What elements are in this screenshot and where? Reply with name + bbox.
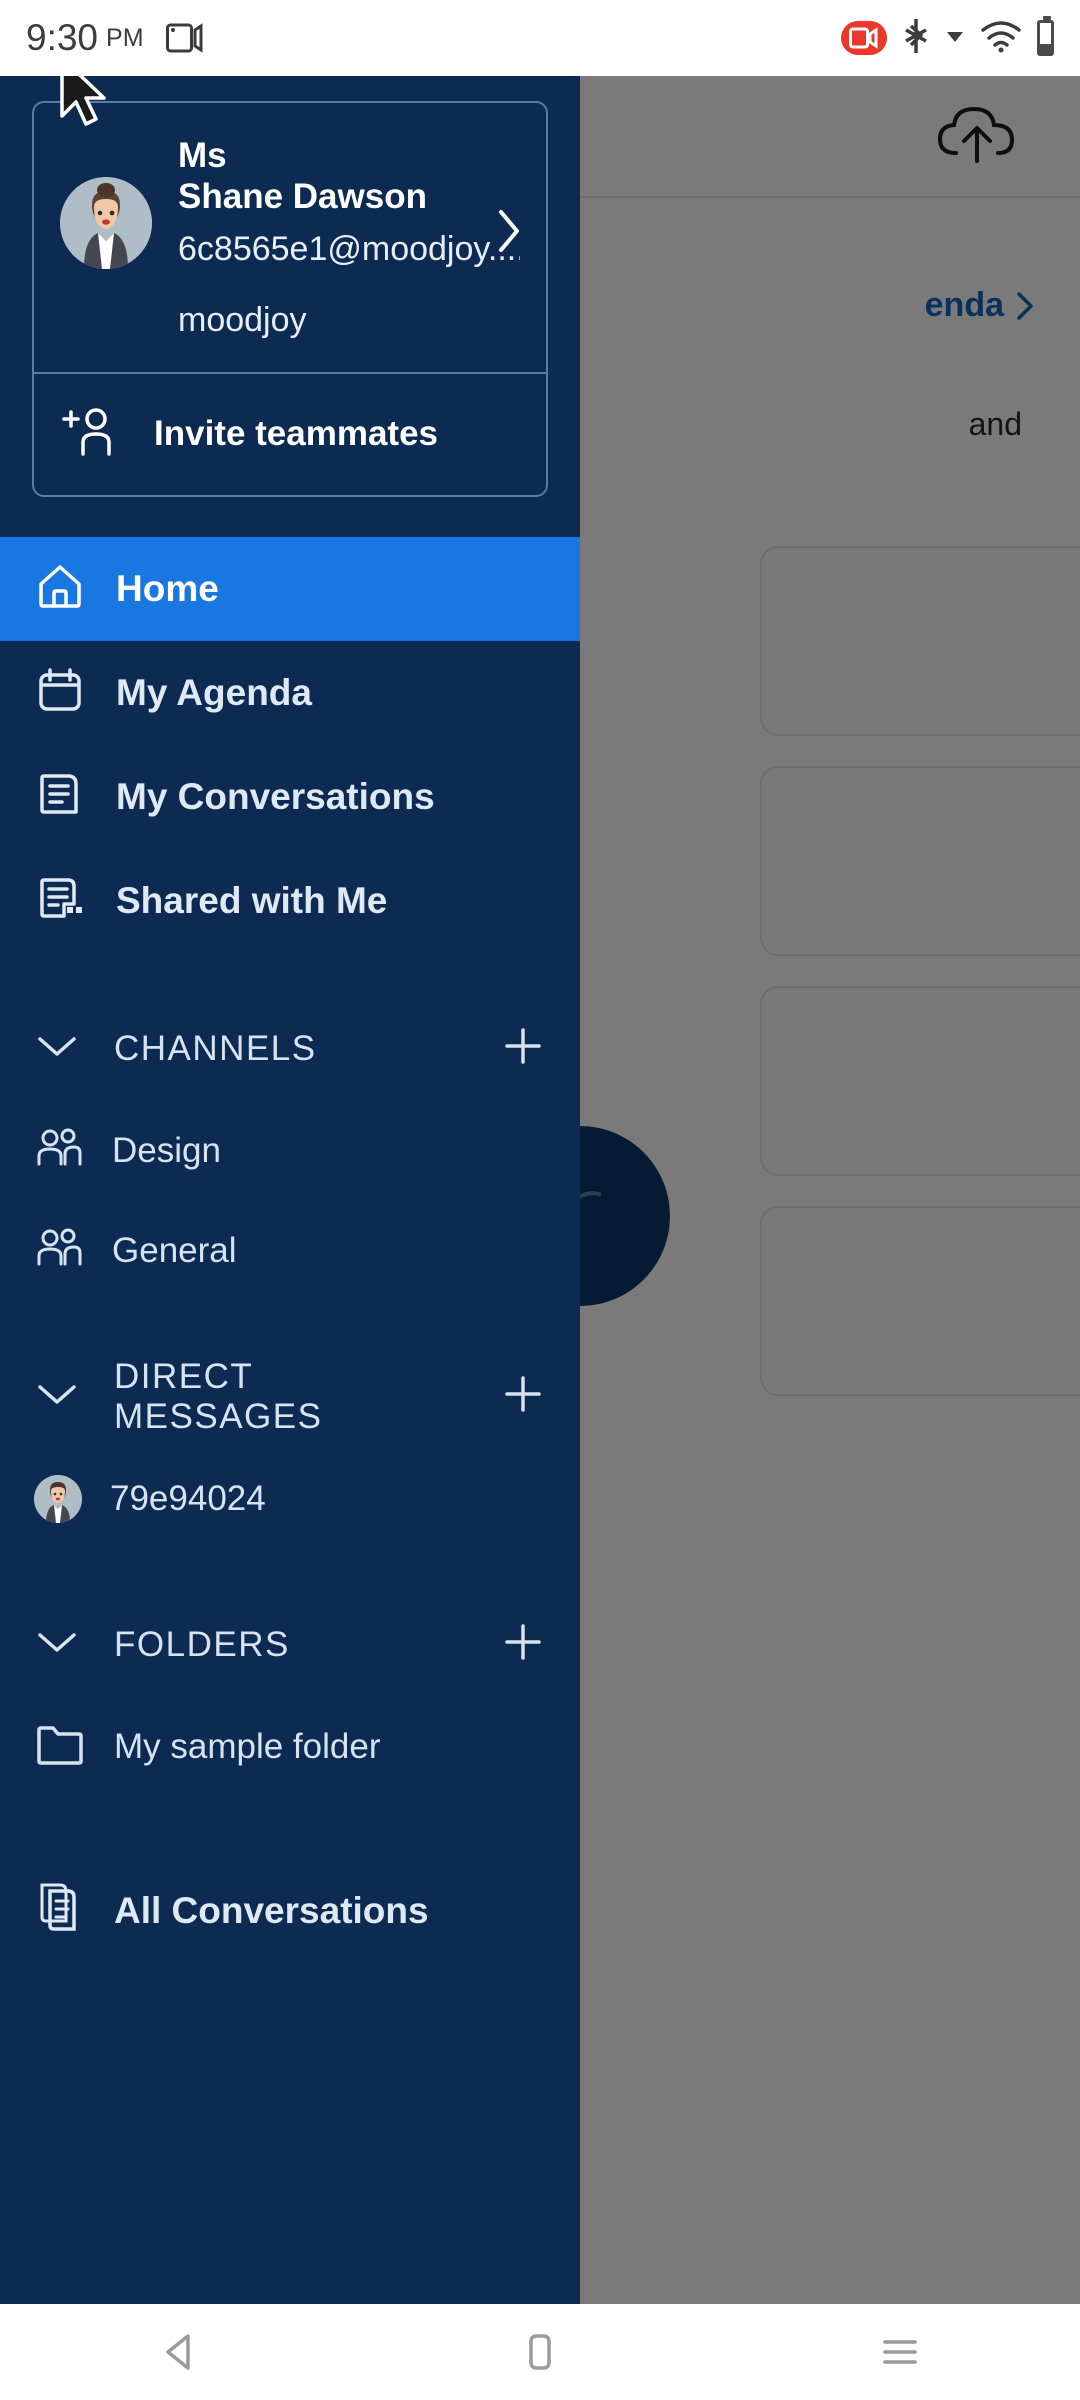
wifi-icon	[979, 18, 1023, 59]
add-person-icon	[62, 406, 120, 463]
profile-name: Shane Dawson	[178, 177, 427, 217]
folder-item[interactable]: My sample folder	[0, 1697, 580, 1797]
status-ampm: PM	[106, 23, 144, 52]
people-icon	[34, 1126, 84, 1175]
channel-item-general[interactable]: General	[0, 1201, 580, 1301]
all-conversations-label: All Conversations	[114, 1889, 429, 1931]
sidebar-item-my-agenda-label: My Agenda	[116, 671, 312, 713]
all-conversations-item[interactable]: All Conversations	[0, 1861, 580, 1961]
add-channel-button[interactable]	[500, 1023, 546, 1074]
sidebar-item-shared-with-me-label: Shared with Me	[116, 879, 388, 921]
home-icon	[34, 560, 86, 617]
section-header-direct-messages[interactable]: DIRECT MESSAGES	[0, 1345, 580, 1449]
folder-item-label: My sample folder	[114, 1726, 381, 1766]
status-icons	[841, 16, 1054, 61]
screen-recording-icon	[841, 21, 887, 55]
android-nav-bar	[0, 2304, 1080, 2400]
home-square-icon[interactable]	[360, 2330, 720, 2374]
folder-icon	[34, 1721, 86, 1772]
status-time: 9:30	[26, 17, 99, 58]
section-header-channels[interactable]: CHANNELS	[0, 997, 580, 1101]
profile-summary[interactable]: Ms Shane Dawson 6c8565e1@moodjoy.... moo…	[34, 103, 546, 372]
cast-screen-icon	[165, 22, 206, 54]
calendar-icon	[34, 664, 86, 721]
dropdown-arrow-icon	[945, 28, 965, 49]
battery-icon	[1037, 16, 1054, 56]
section-title-channels: CHANNELS	[114, 1028, 317, 1068]
profile-text: Ms Shane Dawson 6c8565e1@moodjoy.... moo…	[178, 135, 520, 346]
sidebar-item-my-conversations[interactable]: My Conversations	[0, 745, 580, 849]
sidebar-item-home-label: Home	[116, 567, 219, 609]
sidebar-item-my-conversations-label: My Conversations	[116, 775, 435, 817]
profile-email: 6c8565e1@moodjoy....	[178, 229, 520, 268]
section-header-folders[interactable]: FOLDERS	[0, 1593, 580, 1697]
section-title-direct-messages: DIRECT MESSAGES	[114, 1356, 323, 1436]
chevron-down-icon[interactable]	[34, 1627, 80, 1662]
sidebar-item-shared-with-me[interactable]: Shared with Me	[0, 849, 580, 953]
navigation-drawer: Ms Shane Dawson 6c8565e1@moodjoy.... moo…	[0, 76, 580, 2304]
profile-card[interactable]: Ms Shane Dawson 6c8565e1@moodjoy.... moo…	[32, 101, 548, 497]
all-conversations-icon	[34, 1879, 88, 1942]
dm-item-label: 79e94024	[110, 1478, 266, 1518]
invite-teammates-button[interactable]: Invite teammates	[34, 374, 546, 495]
section-title-folders: FOLDERS	[114, 1624, 290, 1664]
back-triangle-icon[interactable]	[0, 2330, 360, 2374]
invite-teammates-label: Invite teammates	[154, 414, 439, 454]
chevron-down-icon[interactable]	[34, 1031, 80, 1066]
dm-item[interactable]: 79e94024	[0, 1449, 580, 1549]
status-bar: 9:30 PM	[0, 0, 1080, 76]
channel-item-general-label: General	[112, 1230, 237, 1270]
channel-item-design-label: Design	[112, 1130, 221, 1170]
conversations-icon	[34, 768, 86, 825]
profile-title: Ms	[178, 136, 227, 175]
chevron-right-icon[interactable]	[494, 207, 524, 260]
recents-menu-icon[interactable]	[720, 2332, 1080, 2372]
add-direct-message-button[interactable]	[500, 1371, 546, 1422]
sidebar-item-my-agenda[interactable]: My Agenda	[0, 641, 580, 745]
channel-item-design[interactable]: Design	[0, 1101, 580, 1201]
chevron-down-icon[interactable]	[34, 1379, 80, 1414]
profile-workspace: moodjoy	[178, 300, 307, 339]
shared-document-icon	[34, 872, 86, 929]
bluetooth-icon	[901, 16, 931, 61]
sidebar-item-home[interactable]: Home	[0, 536, 580, 641]
people-icon	[34, 1226, 84, 1275]
add-folder-button[interactable]	[500, 1619, 546, 1670]
avatar	[60, 177, 152, 269]
user-avatar	[34, 1474, 82, 1523]
